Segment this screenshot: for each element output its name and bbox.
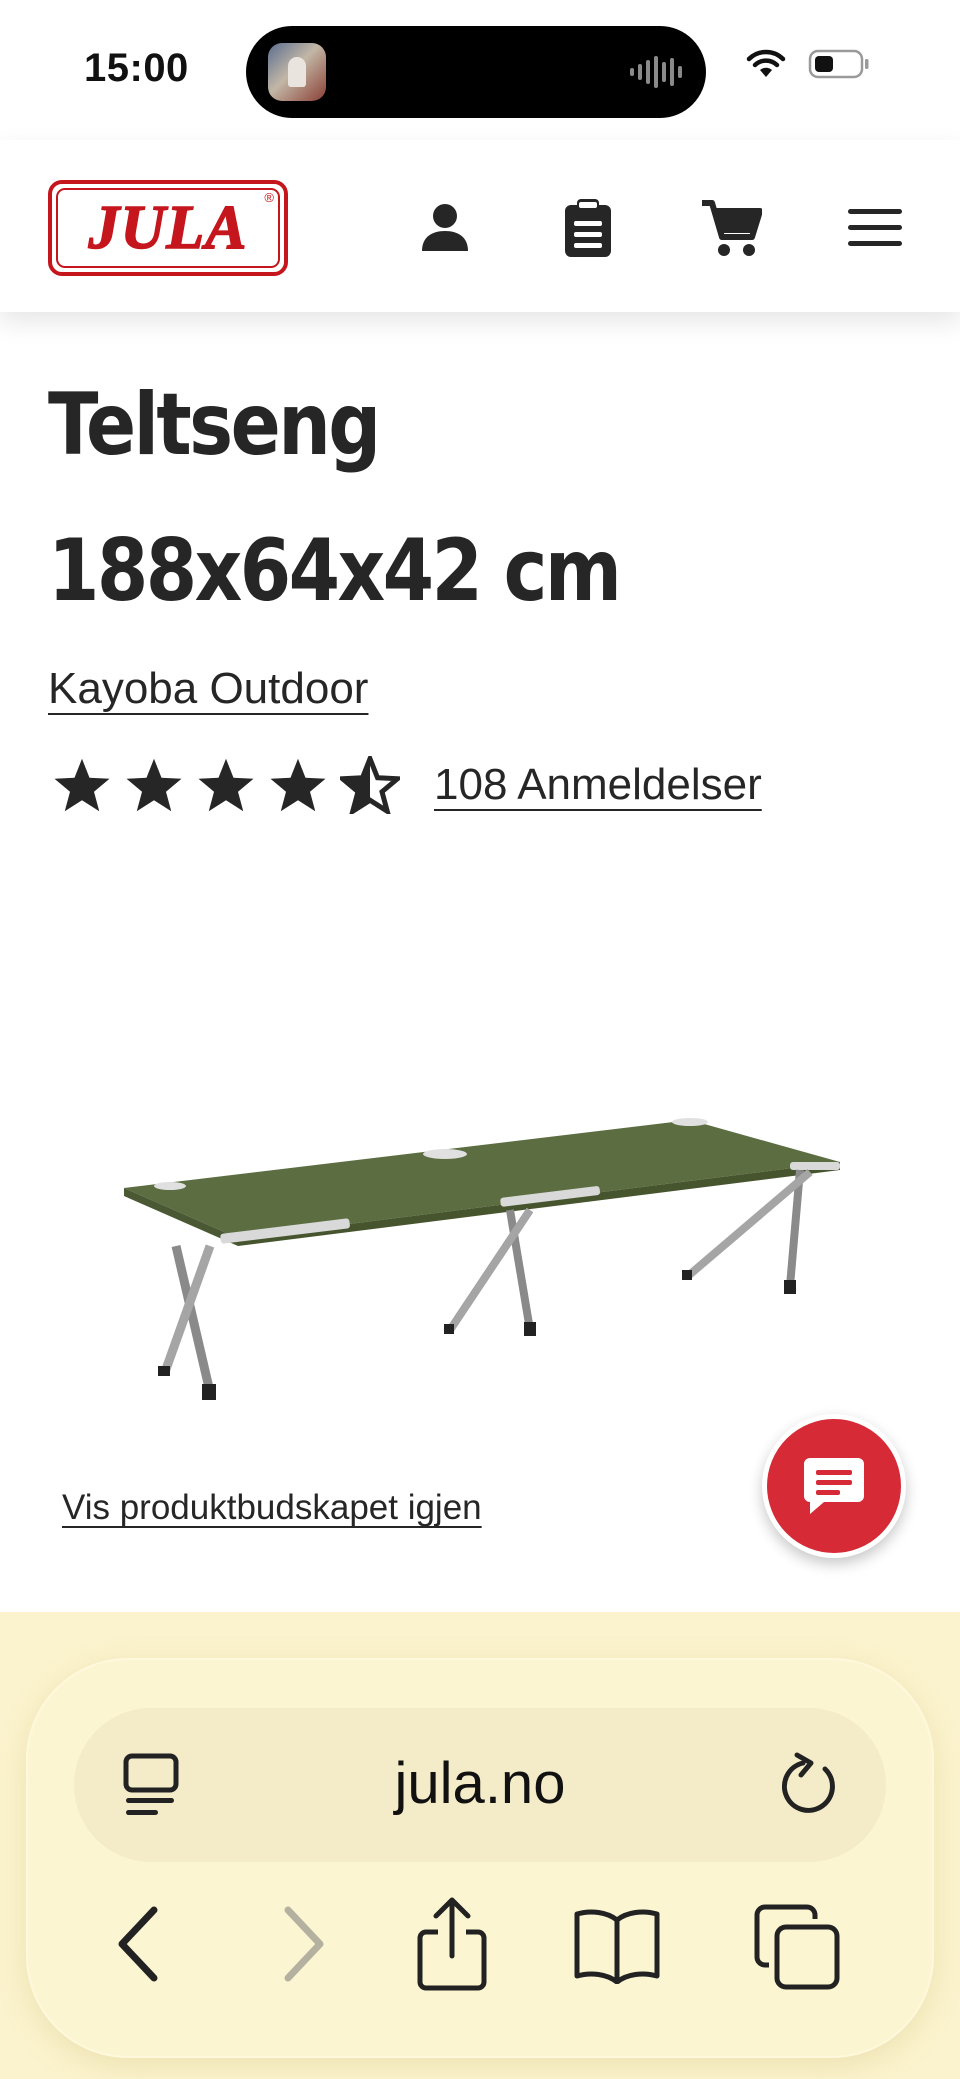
back-icon [118, 1906, 158, 1982]
battery-icon [808, 49, 869, 79]
reviews-link[interactable]: 108 Anmeldelser [434, 760, 762, 810]
tabs-icon [754, 1904, 840, 1990]
logo-text: JULA [88, 193, 248, 263]
share-button[interactable] [412, 1894, 492, 1994]
product-rating[interactable]: 108 Anmeldelser [52, 756, 762, 814]
menu-button[interactable] [842, 195, 908, 261]
menu-icon [848, 209, 902, 246]
brand-link[interactable]: Kayoba Outdoor [48, 664, 368, 714]
status-time: 15:00 [84, 46, 189, 90]
show-product-message-link[interactable]: Vis produktbudskapet igjen [62, 1488, 482, 1528]
star-icon [126, 758, 182, 812]
tabs-button[interactable] [752, 1902, 842, 1992]
jula-logo[interactable]: JULA ® [48, 180, 288, 276]
product-image[interactable] [110, 1100, 850, 1420]
chat-icon [804, 1458, 864, 1514]
logo-registered-mark: ® [264, 190, 274, 205]
chat-button[interactable] [762, 1414, 906, 1558]
logo-frame: JULA [56, 188, 280, 268]
star-icon [270, 758, 326, 812]
back-button[interactable] [104, 1904, 174, 1984]
star-half-icon [340, 756, 400, 814]
account-button[interactable] [412, 195, 478, 261]
audio-waveform-icon [630, 56, 682, 88]
reload-icon [781, 1752, 835, 1813]
share-icon [417, 1897, 487, 1991]
reload-button[interactable] [778, 1748, 844, 1820]
forward-icon [284, 1906, 324, 1982]
shopping-list-button[interactable] [555, 195, 621, 261]
bookmarks-icon [574, 1909, 660, 1984]
site-header: JULA ® [0, 140, 960, 312]
clipboard-list-icon [565, 199, 611, 257]
forward-button[interactable] [268, 1904, 338, 1984]
now-playing-artwork [268, 43, 326, 101]
status-indicators [746, 48, 870, 80]
product-title: Teltseng 188x64x42 cm [48, 375, 622, 621]
dynamic-island[interactable] [246, 26, 706, 118]
rating-stars [52, 756, 400, 814]
cart-button[interactable] [698, 195, 764, 261]
bookmarks-button[interactable] [570, 1904, 664, 1986]
cart-icon [702, 200, 762, 256]
status-bar: 15:00 [0, 0, 960, 140]
account-icon [422, 204, 468, 251]
star-icon [54, 758, 110, 812]
wifi-icon [746, 49, 786, 77]
star-icon [198, 758, 254, 812]
